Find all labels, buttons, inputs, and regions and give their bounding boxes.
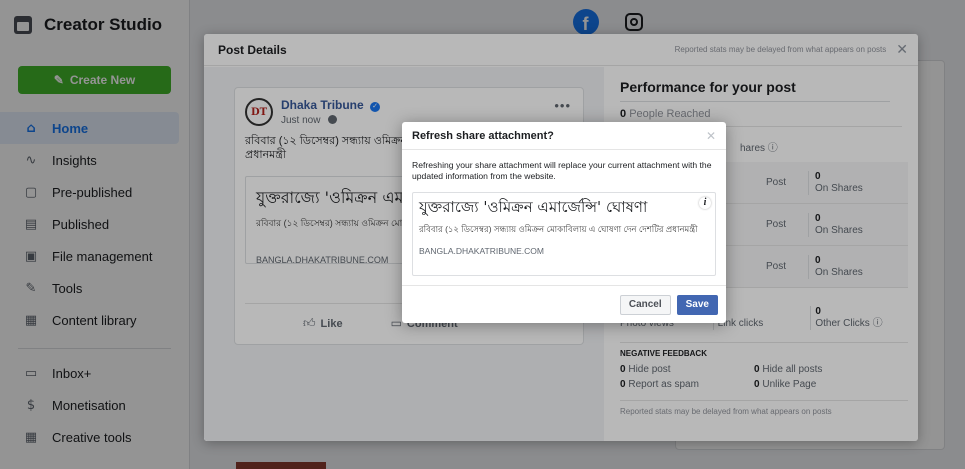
cancel-button[interactable]: Cancel [619,294,671,315]
dialog-title: Refresh share attachment? [412,129,554,142]
close-icon[interactable]: ✕ [706,129,716,143]
preview-title: যুক্তরাজ্যে 'ওমিক্রন এমার্জেন্সি' ঘোষণা [419,198,648,216]
refresh-attachment-dialog: Refresh share attachment? ✕ Refreshing y… [402,122,726,323]
dialog-header: Refresh share attachment? ✕ [402,122,726,150]
dialog-message: Refreshing your share attachment will re… [412,160,712,181]
preview-domain: BANGLA.DHAKATRIBUNE.COM [419,246,545,256]
save-button[interactable]: Save [676,294,718,315]
info-icon[interactable]: i [699,197,711,209]
attachment-preview: যুক্তরাজ্যে 'ওমিক্রন এমার্জেন্সি' ঘোষণা … [412,192,716,276]
dialog-footer: Cancel Save [402,285,726,323]
preview-description: রবিবার (১২ ডিসেম্বর) সন্ধ্যায় ওমিক্রন ম… [419,224,698,234]
